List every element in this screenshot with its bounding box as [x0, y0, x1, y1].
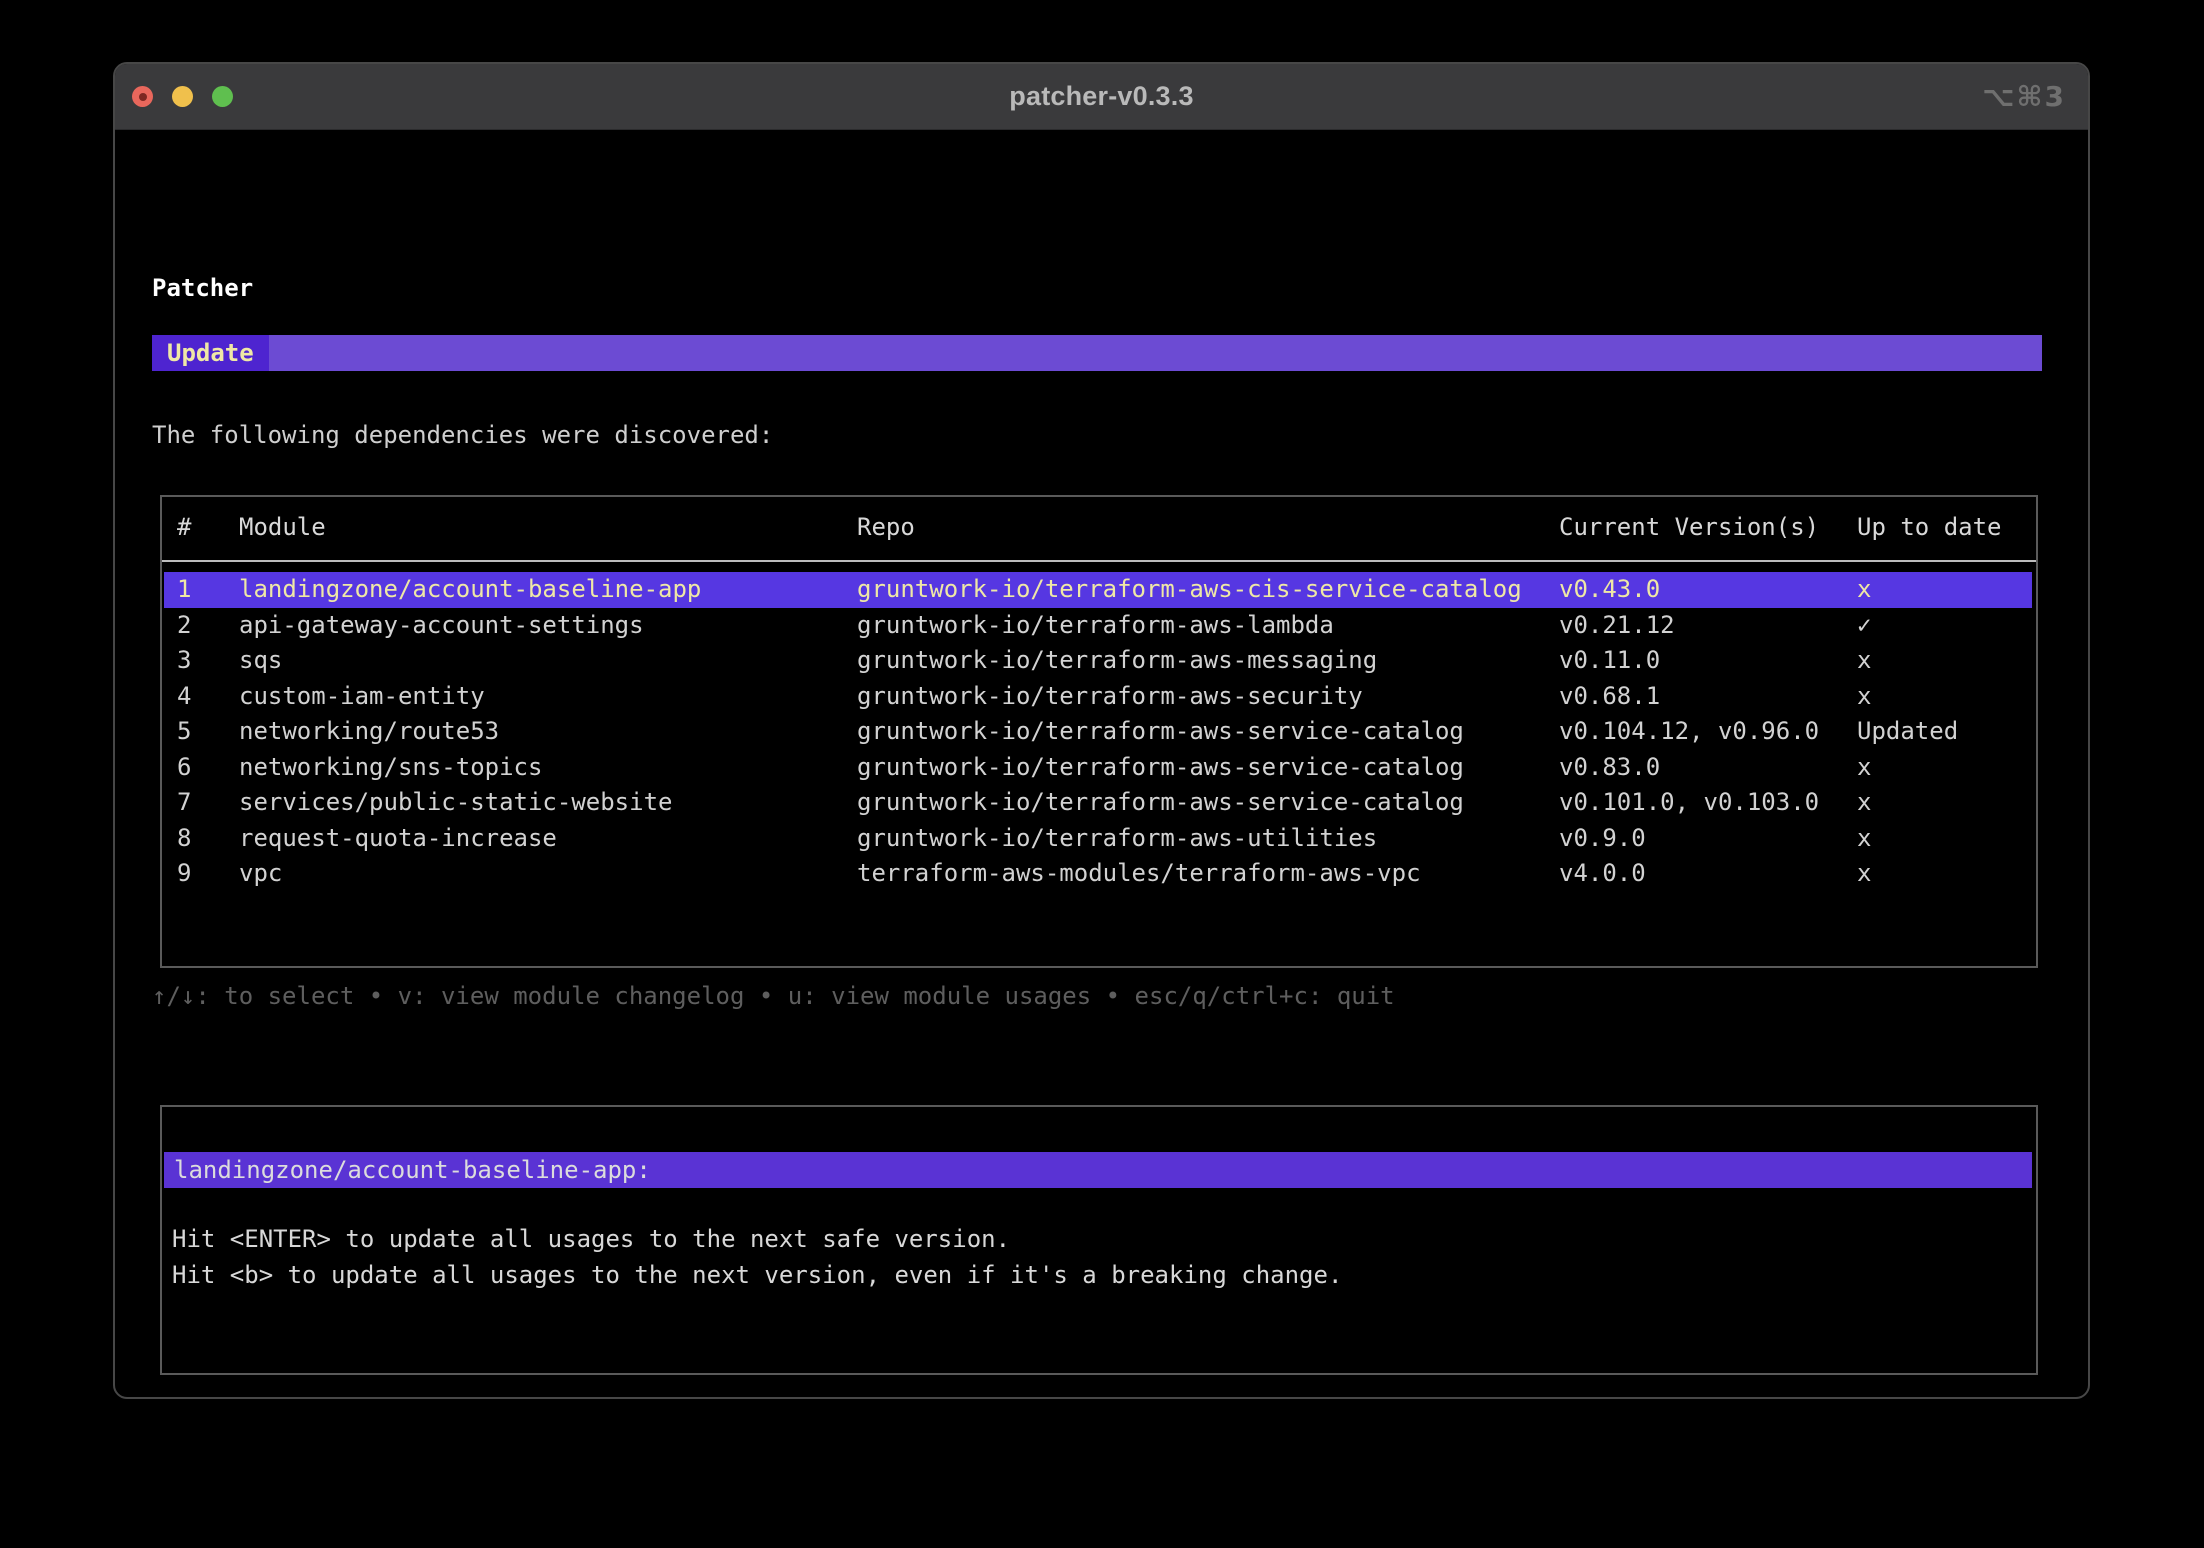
row-repo: gruntwork-io/terraform-aws-service-catal… — [857, 714, 1464, 750]
row-repo: gruntwork-io/terraform-aws-utilities — [857, 821, 1377, 857]
app-heading: Patcher — [152, 270, 253, 306]
row-status: x — [1857, 750, 1871, 786]
table-row[interactable]: 8 request-quota-increase gruntwork-io/te… — [164, 821, 2032, 857]
dependencies-table: # Module Repo Current Version(s) Up to d… — [160, 495, 2038, 968]
row-repo: gruntwork-io/terraform-aws-security — [857, 679, 1363, 715]
row-number: 3 — [177, 643, 191, 679]
row-version: v0.21.12 — [1559, 608, 1675, 644]
table-row[interactable]: 6 networking/sns-topics gruntwork-io/ter… — [164, 750, 2032, 786]
row-repo: gruntwork-io/terraform-aws-service-catal… — [857, 785, 1464, 821]
row-module: networking/sns-topics — [239, 750, 542, 786]
table-row[interactable]: 7 services/public-static-website gruntwo… — [164, 785, 2032, 821]
zoom-button[interactable] — [212, 86, 233, 107]
row-module: landingzone/account-baseline-app — [239, 572, 701, 608]
table-row[interactable]: 9 vpc terraform-aws-modules/terraform-aw… — [164, 856, 2032, 892]
row-repo: gruntwork-io/terraform-aws-service-catal… — [857, 750, 1464, 786]
row-repo: gruntwork-io/terraform-aws-messaging — [857, 643, 1377, 679]
row-module: services/public-static-website — [239, 785, 672, 821]
col-header-repo: Repo — [857, 509, 915, 545]
window-titlebar: patcher-v0.3.3 ⌥⌘3 — [115, 64, 2088, 130]
table-header-divider — [162, 560, 2036, 562]
col-header-module: Module — [239, 509, 326, 545]
row-status: x — [1857, 572, 1871, 608]
tab-update[interactable]: Update — [152, 335, 269, 371]
app-window: patcher-v0.3.3 ⌥⌘3 Patcher Update The fo… — [113, 62, 2090, 1399]
terminal-content: Patcher Update The following dependencie… — [115, 131, 2088, 1397]
row-repo: terraform-aws-modules/terraform-aws-vpc — [857, 856, 1421, 892]
row-number: 9 — [177, 856, 191, 892]
table-header-row: # Module Repo Current Version(s) Up to d… — [164, 509, 2032, 545]
row-number: 2 — [177, 608, 191, 644]
table-row[interactable]: 4 custom-iam-entity gruntwork-io/terrafo… — [164, 679, 2032, 715]
hint-enter-line: Hit <ENTER> to update all usages to the … — [172, 1221, 1010, 1257]
table-row[interactable]: 3 sqs gruntwork-io/terraform-aws-messagi… — [164, 643, 2032, 679]
close-dot-icon — [139, 93, 147, 101]
row-version: v0.11.0 — [1559, 643, 1660, 679]
table-row[interactable]: 5 networking/route53 gruntwork-io/terraf… — [164, 714, 2032, 750]
hint-breaking-line: Hit <b> to update all usages to the next… — [172, 1257, 1342, 1293]
row-number: 5 — [177, 714, 191, 750]
window-title: patcher-v0.3.3 — [1009, 81, 1193, 112]
intro-text: The following dependencies were discover… — [152, 417, 773, 453]
row-number: 8 — [177, 821, 191, 857]
row-version: v0.83.0 — [1559, 750, 1660, 786]
selected-module-header: landingzone/account-baseline-app: — [164, 1152, 2032, 1188]
row-status: x — [1857, 679, 1871, 715]
row-number: 4 — [177, 679, 191, 715]
table-row[interactable]: 1 landingzone/account-baseline-app grunt… — [164, 572, 2032, 608]
row-number: 7 — [177, 785, 191, 821]
row-status: x — [1857, 785, 1871, 821]
minimize-button[interactable] — [172, 86, 193, 107]
row-module: vpc — [239, 856, 282, 892]
tab-bar: Update — [152, 335, 2042, 371]
row-status: x — [1857, 856, 1871, 892]
row-module: custom-iam-entity — [239, 679, 485, 715]
keybinding-help-bar: ↑/↓: to select • v: view module changelo… — [152, 978, 1395, 1014]
row-version: v0.104.12, v0.96.0 — [1559, 714, 1819, 750]
row-module: api-gateway-account-settings — [239, 608, 644, 644]
traffic-lights — [132, 64, 233, 129]
row-module: request-quota-increase — [239, 821, 557, 857]
row-repo: gruntwork-io/terraform-aws-lambda — [857, 608, 1334, 644]
row-number: 1 — [177, 572, 191, 608]
window-shortcut-badge: ⌥⌘3 — [1982, 64, 2066, 129]
row-repo: gruntwork-io/terraform-aws-cis-service-c… — [857, 572, 1522, 608]
row-module: networking/route53 — [239, 714, 499, 750]
detail-panel: landingzone/account-baseline-app: Hit <E… — [160, 1105, 2038, 1375]
row-version: v4.0.0 — [1559, 856, 1646, 892]
row-status: Updated — [1857, 714, 1958, 750]
row-version: v0.101.0, v0.103.0 — [1559, 785, 1819, 821]
row-status: x — [1857, 821, 1871, 857]
col-header-number: # — [177, 509, 191, 545]
row-number: 6 — [177, 750, 191, 786]
row-status: ✓ — [1857, 608, 1871, 644]
row-status: x — [1857, 643, 1871, 679]
row-version: v0.9.0 — [1559, 821, 1646, 857]
table-body: 1 landingzone/account-baseline-app grunt… — [164, 572, 2032, 892]
row-module: sqs — [239, 643, 282, 679]
table-row[interactable]: 2 api-gateway-account-settings gruntwork… — [164, 608, 2032, 644]
close-button[interactable] — [132, 86, 153, 107]
col-header-version: Current Version(s) — [1559, 509, 1819, 545]
row-version: v0.68.1 — [1559, 679, 1660, 715]
row-version: v0.43.0 — [1559, 572, 1660, 608]
col-header-uptodate: Up to date — [1857, 509, 2002, 545]
